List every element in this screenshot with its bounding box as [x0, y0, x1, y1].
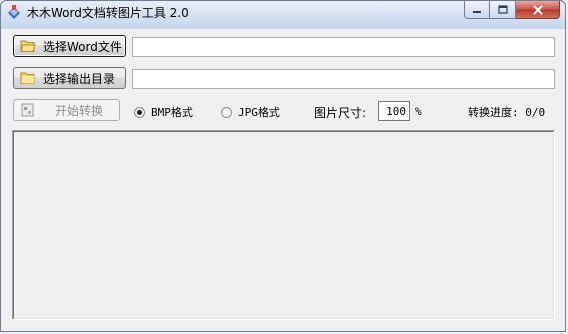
window-controls [464, 1, 560, 21]
maximize-icon [497, 5, 508, 14]
bmp-format-label: BMP格式 [151, 106, 193, 119]
start-convert-button[interactable]: 开始转换 [13, 99, 120, 121]
output-dir-path-input[interactable] [132, 69, 555, 89]
word-file-path-input[interactable] [132, 37, 555, 57]
title-bar[interactable]: 木木Word文档转图片工具 2.0 [1, 1, 565, 25]
folder-icon [20, 72, 35, 84]
select-output-button[interactable]: 选择输出目录 [13, 67, 126, 89]
log-panel [12, 130, 555, 320]
jpg-format-label: JPG格式 [238, 106, 280, 119]
convert-icon [21, 103, 34, 117]
image-size-input[interactable]: 100 [378, 101, 410, 121]
image-size-label: 图片尺寸: [314, 106, 367, 120]
image-size-unit: % [415, 105, 422, 118]
bmp-radio-dot [134, 106, 145, 118]
close-icon [532, 4, 543, 15]
window-title: 木木Word文档转图片工具 2.0 [27, 6, 189, 20]
app-window: 木木Word文档转图片工具 2.0 选择Word文件 选择输出目录 开始转换 B… [0, 0, 566, 332]
folder-open-icon [20, 40, 36, 52]
client-area: 选择Word文件 选择输出目录 开始转换 BMP格式 JPG格式 图片尺寸: 1… [8, 29, 560, 329]
select-word-label: 选择Word文件 [43, 39, 122, 54]
app-icon [8, 5, 20, 19]
minimize-icon [473, 10, 481, 13]
progress-text: 转换进度: 0/0 [468, 106, 546, 119]
bmp-format-radio[interactable]: BMP格式 [134, 104, 193, 120]
select-output-label: 选择输出目录 [43, 71, 116, 86]
jpg-radio-dot [221, 106, 232, 118]
minimize-button[interactable] [464, 1, 490, 19]
maximize-button[interactable] [490, 1, 516, 19]
select-word-button[interactable]: 选择Word文件 [13, 35, 126, 57]
jpg-format-radio[interactable]: JPG格式 [221, 104, 280, 120]
log-panel-inner [13, 131, 554, 319]
close-button[interactable] [516, 1, 560, 19]
start-convert-label: 开始转换 [55, 103, 104, 118]
